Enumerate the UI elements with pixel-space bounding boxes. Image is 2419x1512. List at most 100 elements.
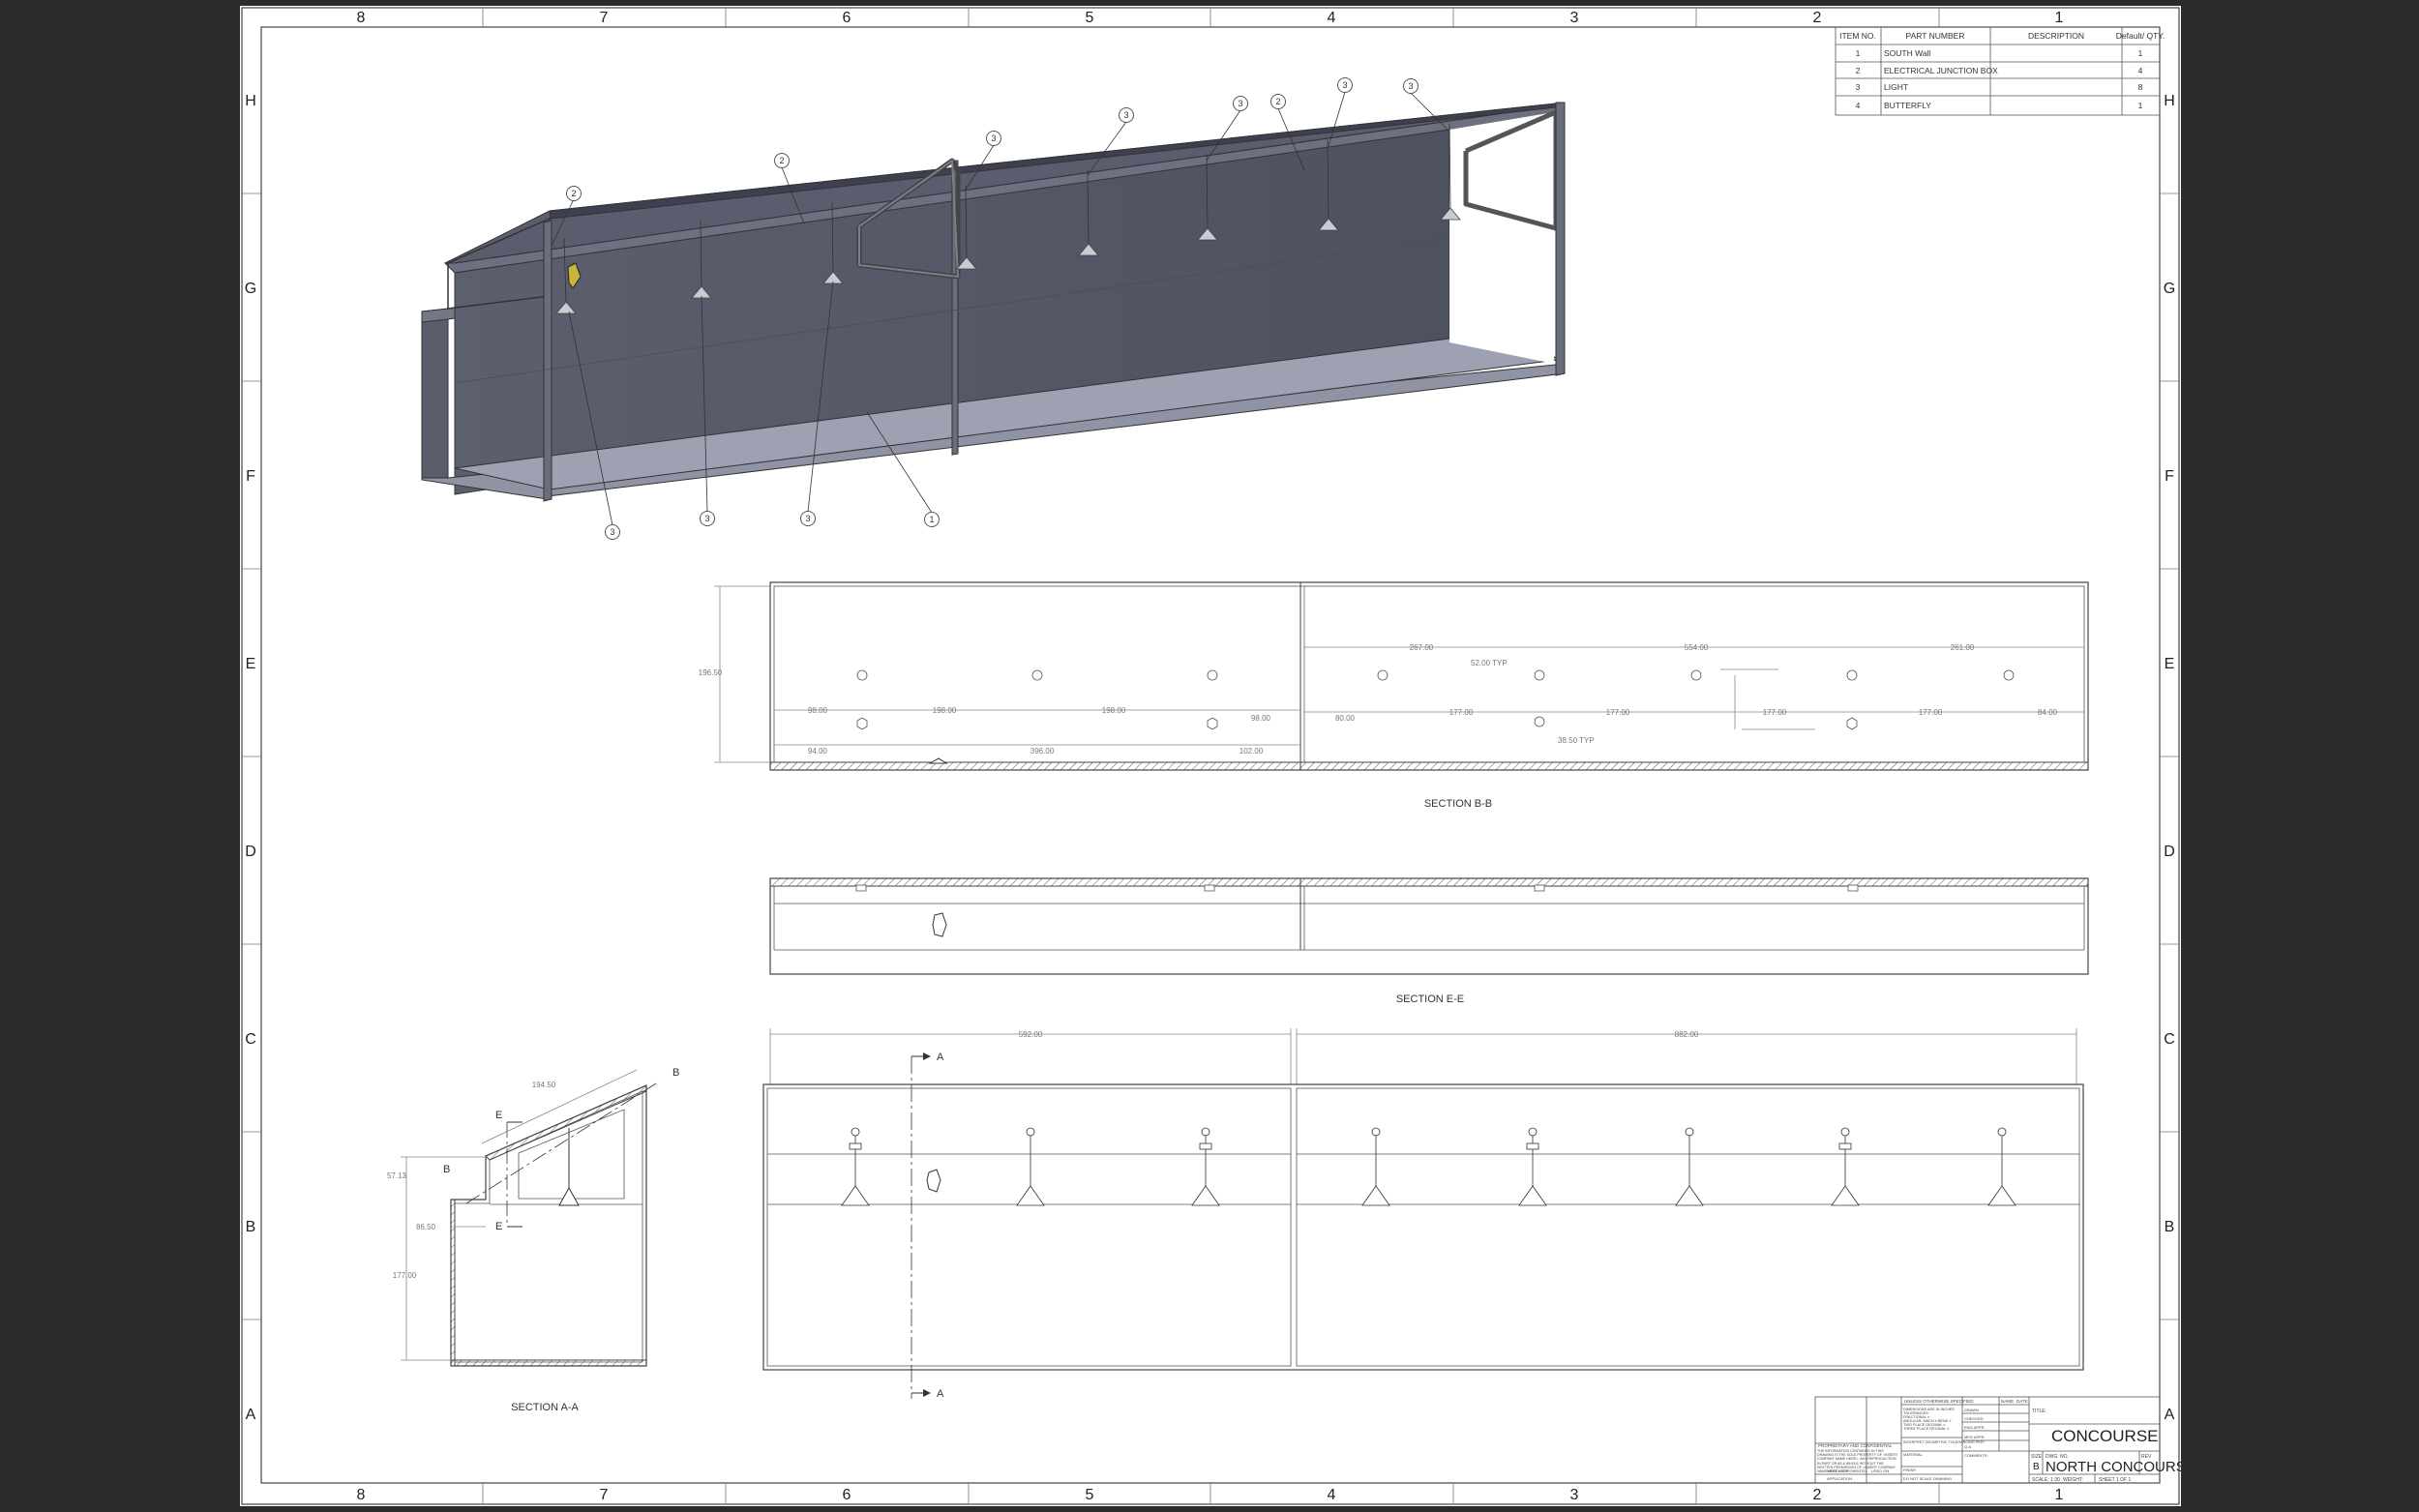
drawing-sheet: 8 7 6 5 4 3 2 1 8 7 6 5 4 3 2 1 H G F E … [240,6,2195,1506]
drawing-canvas: 8 7 6 5 4 3 2 1 8 7 6 5 4 3 2 1 H G F E … [241,7,2195,1505]
dim-text: 177.00 [1763,708,1787,717]
bom-part: SOUTH Wall [1884,48,1930,58]
zone-col-5-bottom: 5 [1086,1487,1094,1503]
tb-size: B [2033,1462,2040,1472]
front-elevation: 592.00 882.00 A A [762,1028,2084,1400]
zone-col-4-bottom: 4 [1328,1487,1336,1503]
zone-row-d-left: D [245,844,256,860]
dim-text: 38.50 TYP [1558,736,1595,745]
drawing-number: NORTH CONCOURSE [2046,1459,2181,1475]
section-marker-b: B [443,1164,450,1175]
tb-proprietary-text: THE INFORMATION CONTAINED IN THIS DRAWIN… [1817,1449,1898,1474]
dim-text: 94.00 [808,747,828,756]
zone-row-c-right: C [2164,1031,2175,1048]
zone-col-1-bottom: 1 [2055,1487,2064,1503]
bom-part: BUTTERFLY [1884,101,1931,110]
zone-col-6-bottom: 6 [843,1487,851,1503]
title-block: UNLESS OTHERWISE SPECIFIED: NAME DATE DR… [1814,1396,2195,1484]
bom-item: 1 [1856,48,1861,58]
dim-text: 98.00 [808,706,828,715]
dim-text: 98.00 [1251,714,1271,723]
tb-drawn: DRAWN [1964,1408,1979,1412]
zone-row-e-right: E [2165,656,2175,672]
zone-row-f-left: F [246,468,255,485]
zone-col-8-bottom: 8 [357,1487,366,1503]
bom-header-desc: DESCRIPTION [2028,31,2084,41]
dim-text: 261.00 [1951,643,1975,652]
dim-text: 84.00 [2038,708,2058,717]
balloon-number: 3 [1123,110,1128,120]
elev-lights [841,1127,2016,1206]
tb-scale: SCALE: 1:30 [2032,1477,2060,1483]
zone-row-b-right: B [2165,1219,2175,1235]
dim-text: 198.00 [933,706,957,715]
dim-text: 177.00 [1919,708,1943,717]
balloon-number: 2 [571,189,576,198]
tb-title-label: TITLE: [2032,1408,2046,1414]
dim-text: 882.00 [1675,1030,1699,1039]
dim-text: 198.00 [1102,706,1126,715]
dim-text: 177.00 [393,1271,417,1280]
zone-col-3-bottom: 3 [1570,1487,1579,1503]
zone-row-a-right: A [2165,1407,2175,1423]
dim-text: 80.00 [1335,714,1356,723]
dim-text: 554.00 [1685,643,1709,652]
dim-text: 177.00 [1449,708,1474,717]
zone-col-4-top: 4 [1328,10,1336,26]
dim-text: 177.00 [1606,708,1630,717]
isometric-view: 2 2 3 3 3 2 3 3 3 3 3 1 [421,77,1566,540]
bom-qty: 1 [2138,101,2143,110]
tb-checked: CHECKED [1964,1416,1984,1421]
zone-col-5-top: 5 [1086,10,1094,26]
tb-proprietary: PROPRIETARY AND CONFIDENTIAL [1818,1443,1893,1448]
balloon-number: 1 [929,515,934,524]
zone-row-g-left: G [245,281,256,297]
dim-text: 52.00 TYP [1471,659,1508,667]
balloon-number: 3 [1408,81,1413,91]
zone-col-3-top: 3 [1570,10,1579,26]
tb-name: NAME [2001,1399,2014,1404]
section-marker-e: E [495,1221,502,1232]
zone-col-2-top: 2 [1813,10,1822,26]
tb-qa: Q.A. [1964,1444,1972,1449]
tb-application: APPLICATION [1827,1476,1852,1481]
bb-dim-lines [714,585,2084,763]
tb-eng: ENG APPR. [1964,1425,1986,1430]
zone-row-g-right: G [2164,281,2175,297]
dim-text: 196.50 [699,668,723,677]
zone-row-d-right: D [2164,844,2175,860]
zone-col-2-bottom: 2 [1813,1487,1822,1503]
iso-front-lower-panel [421,308,449,479]
tb-proprietary-text-box: THE INFORMATION CONTAINED IN THIS DRAWIN… [1817,1449,1898,1474]
tb-unless: UNLESS OTHERWISE SPECIFIED: [1904,1399,1975,1404]
zone-col-7-top: 7 [600,10,609,26]
section-marker: A [937,1388,944,1400]
section-bb-title: SECTION B-B [1424,798,1492,810]
tb-sheet: SHEET 1 OF 1 [2099,1477,2131,1483]
tb-size-label: SIZE [2031,1454,2043,1460]
section-ee-title: SECTION E-E [1396,993,1464,1005]
bom-part: ELECTRICAL JUNCTION BOX [1884,66,1998,75]
zone-col-8-top: 8 [357,10,366,26]
balloon-number: 2 [1275,97,1280,106]
balloon-number: 3 [1238,99,1242,108]
section-aa: E E B B 194.50 57.13 86.50 177.00 SECTIO… [387,1067,679,1413]
balloon-number: 3 [805,514,810,523]
tb-comments: COMMENTS: [1964,1453,1987,1458]
bom-part: LIGHT [1884,82,1908,92]
bom-header-part: PART NUMBER [1906,31,1965,41]
balloon-number: 3 [1342,80,1347,90]
zone-row-e-left: E [246,656,256,672]
dim-text: 194.50 [532,1081,556,1089]
bom-table: ITEM NO. PART NUMBER DESCRIPTION Default… [1835,26,2165,116]
tb-date: DATE [2016,1399,2028,1404]
dim-text: 102.00 [1239,747,1264,756]
section-marker-e: E [495,1110,502,1121]
zone-col-6-top: 6 [843,10,851,26]
zone-col-7-bottom: 7 [600,1487,609,1503]
tb-note: THREE PLACE DECIMAL ± [1903,1427,1949,1431]
balloon-number: 3 [704,514,709,523]
dim-text: 267.00 [1410,643,1434,652]
tb-mfg: MFG APPR. [1964,1435,1986,1439]
tb-interp: INTERPRET GEOMETRIC TOLERANCING PER: [1903,1440,1985,1444]
